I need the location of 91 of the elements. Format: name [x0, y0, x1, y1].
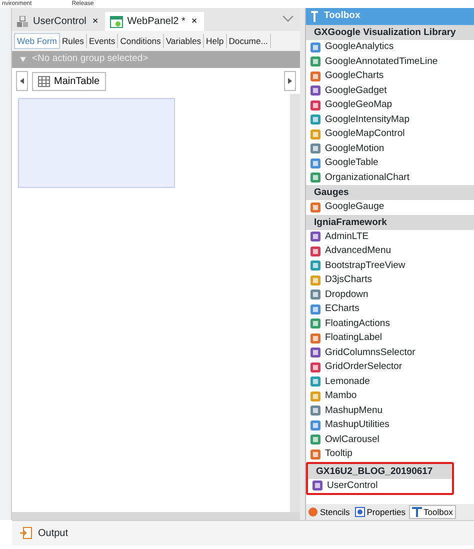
component-icon: [310, 274, 321, 286]
caret-left-icon: [20, 78, 24, 84]
toolbox-item[interactable]: GoogleGadget: [306, 84, 474, 98]
breadcrumb-button[interactable]: MainTable: [32, 72, 106, 90]
component-icon: [310, 114, 321, 126]
panel-tab[interactable]: Stencils: [306, 506, 352, 518]
component-icon: [17, 16, 29, 28]
editor-subtab[interactable]: Docume...: [226, 34, 271, 48]
toolbox-item[interactable]: GridOrderSelector: [306, 360, 474, 374]
dropdown-arrow-icon: [20, 57, 26, 62]
toolbox-item[interactable]: AdvancedMenu: [306, 244, 474, 258]
group-header[interactable]: GX16U2_BLOG_20190617: [308, 464, 452, 478]
toolbox-item[interactable]: Mambo: [306, 389, 474, 404]
output-icon: [20, 527, 32, 539]
component-icon: [310, 289, 321, 300]
component-icon: [310, 362, 321, 373]
editor-subtab[interactable]: Conditions: [118, 34, 164, 48]
component-icon: [310, 420, 321, 431]
group-header[interactable]: GXGoogle Visualization Library: [306, 25, 474, 40]
component-icon: [310, 231, 321, 242]
scrollbar[interactable]: [290, 94, 300, 512]
component-icon: [310, 202, 321, 213]
component-icon: [310, 390, 321, 402]
component-icon: [310, 304, 321, 315]
component-icon: [310, 448, 321, 460]
component-icon: [310, 70, 321, 82]
component-icon: [310, 405, 321, 416]
toolbox-item[interactable]: MashupUtilities: [306, 418, 474, 432]
component-icon: [310, 318, 321, 330]
component-icon: [312, 480, 323, 492]
toolbox-item[interactable]: GridColumnsSelector: [306, 346, 474, 360]
component-icon: [310, 376, 321, 388]
main-table[interactable]: [18, 98, 175, 188]
toolbox-item[interactable]: GoogleGauge: [306, 200, 474, 214]
hammer-icon: [311, 11, 318, 22]
component-icon: [310, 172, 321, 184]
toolbox-item[interactable]: GoogleGeoMap: [306, 98, 474, 112]
toolbox-item[interactable]: ECharts: [306, 302, 474, 316]
group-header[interactable]: Gauges: [306, 185, 474, 200]
editor-subtab[interactable]: Rules: [60, 34, 87, 48]
toolbox-item[interactable]: OwlCarousel: [306, 432, 474, 447]
editor-subtab[interactable]: Help: [204, 34, 227, 48]
toolbox-item[interactable]: GoogleTable: [306, 156, 474, 170]
component-icon: [310, 56, 321, 68]
chevron-down-icon: [282, 15, 294, 23]
toolbox-item[interactable]: Lemonade: [306, 374, 474, 389]
component-icon: [310, 128, 321, 140]
component-icon: [310, 260, 321, 272]
toolbox-item[interactable]: GoogleCharts: [306, 69, 474, 84]
toolbox-item[interactable]: UserControl: [308, 478, 452, 493]
editor-subtab[interactable]: Web Form: [14, 32, 60, 50]
component-icon: [310, 158, 321, 169]
component-icon: [310, 85, 321, 96]
component-icon: [310, 434, 321, 446]
component-icon: [310, 347, 321, 358]
scrollbar[interactable]: [12, 512, 300, 520]
toolbox-item[interactable]: GoogleAnnotatedTimeLine: [306, 54, 474, 69]
toolbox-item[interactable]: D3jsCharts: [306, 273, 474, 288]
component-icon: [310, 100, 321, 111]
close-button[interactable]: ×: [189, 14, 200, 29]
web-panel-icon: [110, 16, 124, 28]
component-icon: [310, 332, 321, 344]
toolbox-item[interactable]: FloatingActions: [306, 316, 474, 331]
toolbox-item[interactable]: Dropdown: [306, 288, 474, 302]
toolbox-item[interactable]: OrganizationalChart: [306, 170, 474, 185]
toolbox-item[interactable]: GoogleAnalytics: [306, 40, 474, 54]
toolbox-item[interactable]: AdminLTE: [306, 230, 474, 244]
editor-subtab[interactable]: Events: [86, 34, 118, 48]
caret-right-icon: [288, 78, 292, 84]
toolbox-item[interactable]: GoogleMotion: [306, 142, 474, 156]
scroll-right-button[interactable]: [284, 71, 296, 91]
toolbox-item[interactable]: GoogleMapControl: [306, 127, 474, 142]
toolbox-item[interactable]: GoogleIntensityMap: [306, 112, 474, 127]
toolbox-item[interactable]: BootstrapTreeView: [306, 258, 474, 273]
component-icon: [310, 42, 321, 53]
component-icon: [310, 143, 321, 154]
panel-tab[interactable]: Properties: [352, 506, 408, 518]
close-button[interactable]: ×: [90, 14, 100, 29]
scroll-left-button[interactable]: [16, 71, 28, 91]
editor-subtab[interactable]: Variables: [164, 34, 204, 48]
toolbox-item[interactable]: MashupMenu: [306, 404, 474, 418]
group-header[interactable]: IgniaFramework: [306, 214, 474, 230]
editor-tab[interactable]: WebPanel2 * ×: [105, 12, 204, 31]
hammer-icon: [412, 507, 422, 517]
table-icon: [38, 76, 50, 86]
toolbox-title: Toolbox: [324, 9, 360, 24]
toolbox-item[interactable]: Tooltip: [306, 447, 474, 462]
panel-tab[interactable]: Toolbox: [408, 504, 456, 520]
component-icon: [310, 246, 321, 257]
toolbox-item[interactable]: FloatingLabel: [306, 331, 474, 346]
output-tab[interactable]: Output: [38, 526, 68, 540]
